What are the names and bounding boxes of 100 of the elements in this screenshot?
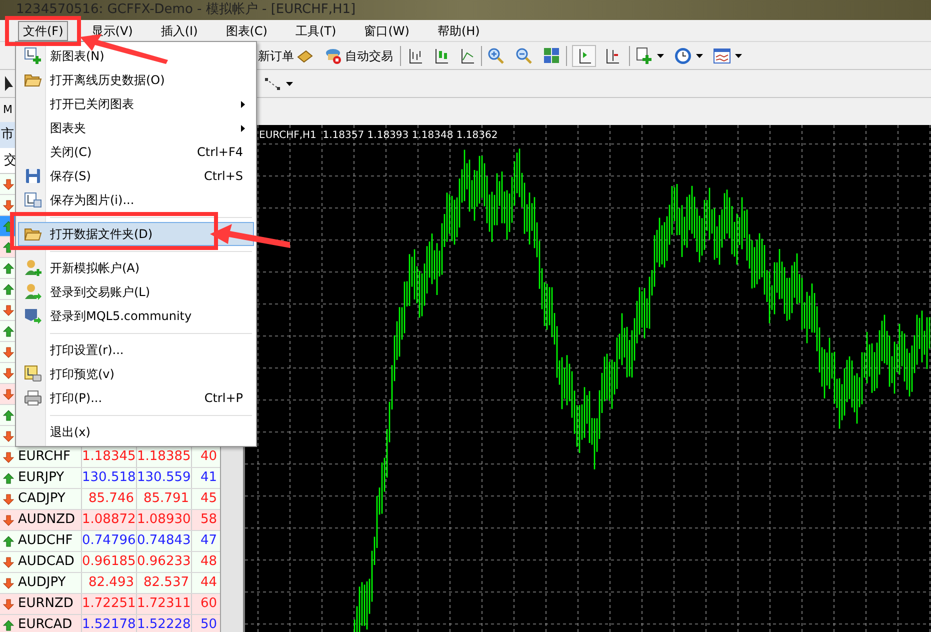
- auto-scroll-icon: [604, 46, 620, 64]
- menu-entry-label: 退出(x): [50, 424, 90, 441]
- chart-image-icon: [24, 192, 42, 208]
- menu-entry[interactable]: 打印预览(v): [18, 362, 254, 386]
- menu-entry[interactable]: 新图表(N): [18, 44, 254, 68]
- symbol-cell: AUDNZD: [17, 510, 82, 530]
- shortcut-label: Ctrl+S: [204, 168, 244, 185]
- quote-row[interactable]: AUDJPY 82.493 82.537 44: [0, 573, 220, 594]
- menu-entry-label: 图表夹: [50, 120, 86, 137]
- quote-row[interactable]: EURCHF 1.18345 1.18385 40: [0, 447, 220, 468]
- menu-entry-label: 打印设置(r)...: [50, 342, 124, 359]
- bid-cell: 0.74796: [82, 531, 137, 551]
- menu-entry[interactable]: 打印(P)... Ctrl+P: [18, 386, 254, 410]
- user-login-icon: [24, 283, 42, 301]
- menu-entry-label: 新图表(N): [50, 48, 104, 65]
- templates-icon[interactable]: [713, 46, 731, 64]
- menu-entry-label: 关闭(C): [50, 144, 92, 161]
- bid-cell: 0.96185: [82, 552, 137, 572]
- menu-item[interactable]: 帮助(H): [432, 20, 485, 40]
- shortcut-label: Ctrl+P: [204, 390, 244, 407]
- menu-entry[interactable]: 开新模拟帐户(A): [18, 256, 254, 280]
- spread-cell-text: 58: [199, 511, 218, 529]
- ask-cell: 0.96233: [137, 552, 192, 572]
- chart-shift-button[interactable]: [572, 44, 596, 66]
- menu-entry[interactable]: 打开数据文件夹(D): [18, 222, 254, 246]
- menu-entry-label: 登录到MQL5.community: [50, 308, 192, 325]
- bid-cell: 1.72251: [82, 594, 137, 614]
- menu-entry-label: 保存为图片(i)...: [50, 192, 134, 209]
- quote-row[interactable]: AUDCAD 0.961850.96233 48: [0, 552, 220, 573]
- bid-cell: 1.08872: [82, 510, 137, 530]
- printer-icon: [24, 390, 42, 406]
- quote-row[interactable]: EURJPY 130.518 130.559 41: [0, 468, 220, 489]
- menu-entry[interactable]: 登录到交易账户(L): [18, 280, 254, 304]
- caret-icon: [657, 54, 664, 58]
- menu-item[interactable]: 插入(I): [156, 20, 203, 40]
- bid-cell: 130.518: [82, 468, 137, 488]
- quote-row[interactable]: AUDNZD 1.08872 1.08930 58: [0, 510, 220, 531]
- menu-entry[interactable]: 保存为图片(i)...: [18, 188, 254, 212]
- menu-entry[interactable]: 打印设置(r)...: [18, 338, 254, 362]
- spread-cell-text: 50: [199, 616, 218, 632]
- menu-item[interactable]: 文件(F): [18, 20, 68, 40]
- side-tab[interactable]: M: [3, 102, 12, 118]
- menu-entry[interactable]: 保存(S) Ctrl+S: [18, 164, 254, 188]
- new-chart-icon: [24, 47, 42, 65]
- quote-row[interactable]: CADJPY 85.746 85.791 45: [0, 489, 220, 510]
- zoom-out-icon[interactable]: [515, 46, 533, 64]
- menu-entry-label: 打开离线历史数据(O): [50, 72, 165, 89]
- clock-icon[interactable]: [674, 46, 692, 64]
- submenu-arrow-icon: [241, 124, 245, 132]
- symbol-cell: EURCAD: [17, 615, 82, 632]
- menu-entry[interactable]: 退出(x): [18, 420, 254, 444]
- symbol-cell: AUDCAD: [17, 552, 82, 572]
- folder-icon: [24, 72, 42, 88]
- symbol-cell: CADJPY: [17, 489, 82, 509]
- menu-entry-label: 打印预览(v): [50, 366, 114, 383]
- zoom-in-icon[interactable]: [487, 46, 505, 64]
- symbol-cell: AUDJPY: [17, 573, 82, 593]
- print-preview-icon: [24, 365, 42, 383]
- shortcut-label: Ctrl+F4: [197, 144, 244, 161]
- menu-entry-label: 打印(P)...: [50, 390, 102, 407]
- menu-entry-label: 打开已关闭图表: [50, 96, 134, 113]
- submenu-arrow-icon: [241, 100, 245, 108]
- folder-icon: [24, 226, 42, 242]
- menu-item[interactable]: 工具(T): [290, 20, 342, 40]
- caret-icon: [735, 54, 742, 58]
- menu-entry[interactable]: 关闭(C) Ctrl+F4: [18, 140, 254, 164]
- spread-cell-text: 44: [199, 574, 218, 592]
- menu-item[interactable]: 窗口(W): [359, 20, 414, 40]
- menu-item[interactable]: 图表(C): [220, 20, 272, 40]
- new-page-icon[interactable]: [635, 46, 653, 64]
- user-add-icon: [24, 259, 42, 277]
- caret-icon: [696, 54, 703, 58]
- bid-cell: 1.52178: [82, 615, 137, 632]
- menu-entry[interactable]: 打开已关闭图表: [18, 92, 254, 116]
- ask-cell: 1.72311: [137, 594, 192, 614]
- spread-cell-text: 41: [199, 469, 218, 487]
- tile-windows-icon[interactable]: [543, 46, 561, 64]
- ask-cell: 82.537: [137, 573, 192, 593]
- ask-cell: 1.08930: [137, 510, 192, 530]
- menu-entry[interactable]: 打开离线历史数据(O): [18, 68, 254, 92]
- community-login-icon: [24, 307, 42, 325]
- bid-cell: 85.746: [82, 489, 137, 509]
- quote-row[interactable]: EURCAD 1.52178 1.52228 50: [0, 615, 220, 632]
- auto-trading-button[interactable]: 自动交易: [322, 44, 395, 66]
- robot-icon: [324, 46, 342, 64]
- ask-cell: 130.559: [137, 468, 192, 488]
- menu-entry-label: 保存(S): [50, 168, 91, 185]
- new-order-button[interactable]: 新订单: [256, 44, 296, 66]
- spread-cell-text: 47: [199, 532, 218, 550]
- spread-cell-text: 40: [199, 448, 218, 466]
- symbol-cell: EURNZD: [17, 594, 82, 614]
- symbol-cell: EURJPY: [17, 468, 82, 488]
- chart-info: EURCHF,H1 1.18357 1.18393 1.18348 1.18362: [259, 129, 498, 143]
- ask-cell: 0.74843: [137, 531, 192, 551]
- menu-entry[interactable]: 图表夹: [18, 116, 254, 140]
- quote-row[interactable]: EURNZD 1.72251 1.72311 60: [0, 594, 220, 615]
- bid-cell: 82.493: [82, 573, 137, 593]
- quote-row[interactable]: AUDCHF 0.747960.74843 47: [0, 531, 220, 552]
- menu-entry[interactable]: 登录到MQL5.community: [18, 304, 254, 328]
- ask-cell: 1.52228: [137, 615, 192, 632]
